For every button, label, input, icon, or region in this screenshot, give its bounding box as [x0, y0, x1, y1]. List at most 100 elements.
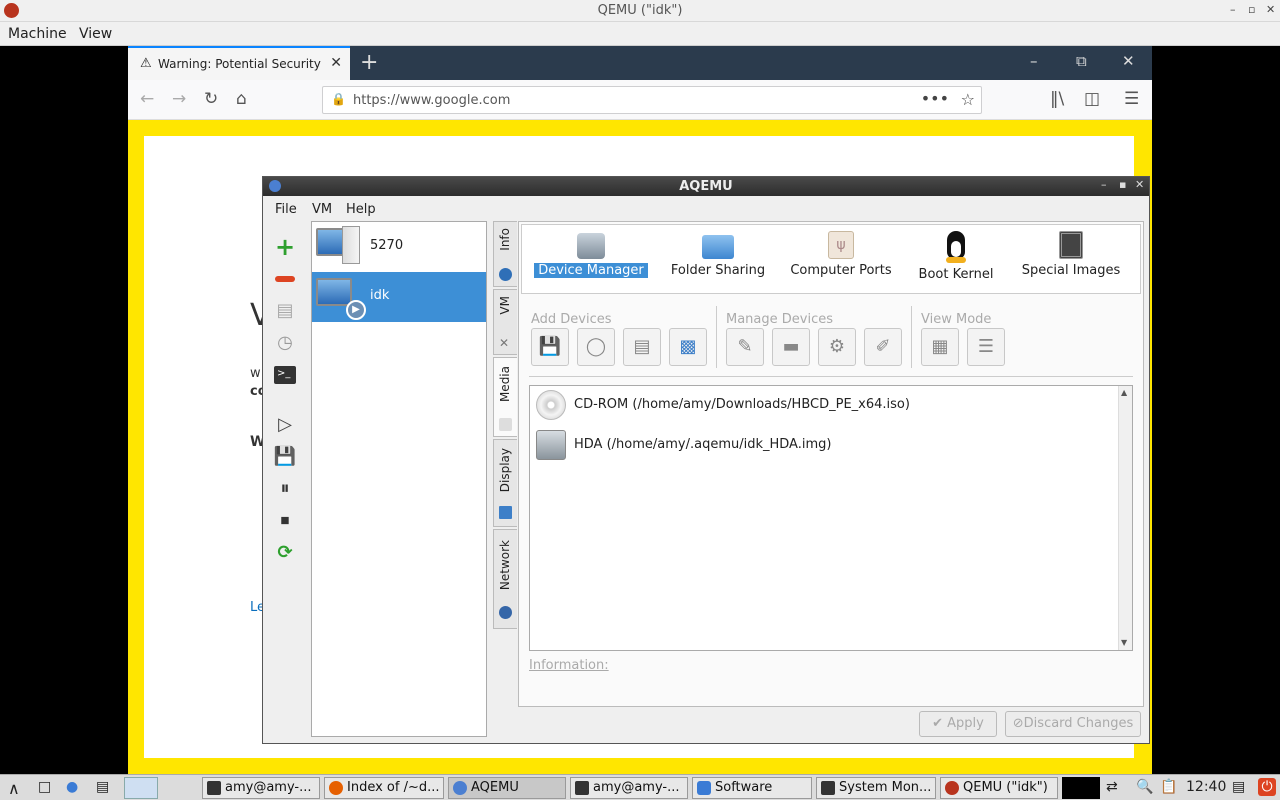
show-desktop-icon[interactable]: □ [38, 779, 51, 795]
qemu-icon [945, 781, 959, 795]
bookmark-star-icon[interactable]: ☆ [961, 90, 975, 109]
page-text-fragment: w [250, 366, 261, 381]
hard-disk-icon [577, 233, 605, 259]
url-text: https://www.google.com [353, 93, 511, 108]
tab-network[interactable]: Network [493, 529, 517, 629]
taskbar-item[interactable]: System Mon... [816, 777, 936, 799]
sidebar-icon[interactable]: ◫ [1084, 89, 1100, 109]
vm-list-item[interactable]: ▶ idk [312, 272, 486, 322]
tab-media[interactable]: Media [493, 357, 517, 437]
tab-display[interactable]: Display [493, 439, 517, 527]
qemu-menubar: Machine View [0, 22, 1280, 46]
add-storage-button[interactable]: ▩ [669, 328, 707, 366]
start-vm-icon[interactable]: ▷ [273, 413, 297, 437]
minimize-icon[interactable]: – [1230, 3, 1236, 16]
scroll-up-icon[interactable]: ▲ [1121, 388, 1127, 397]
qemu-titlebar: QEMU ("idk") – ▫ ✕ [0, 0, 1280, 22]
list-view-icon: ☰ [977, 336, 995, 357]
network-tray-icon[interactable]: ⇄ [1106, 779, 1118, 795]
taskbar-item[interactable]: AQEMU [448, 777, 566, 799]
remove-vm-icon[interactable] [273, 267, 297, 291]
power-icon[interactable]: ⏻ [1258, 778, 1276, 796]
page-actions-icon[interactable]: ••• [921, 89, 949, 108]
tab-vm[interactable]: ✕ VM [493, 289, 517, 355]
taskbar: ∧ □ ● ▤ amy@amy-... Index of /~d... AQEM… [0, 774, 1280, 800]
list-view-button[interactable]: ☰ [967, 328, 1005, 366]
network-icon [499, 606, 512, 619]
home-icon[interactable]: ⌂ [236, 89, 247, 109]
monitor-icon [821, 781, 835, 795]
discard-changes-button[interactable]: ⊘Discard Changes [1005, 711, 1141, 737]
back-icon[interactable]: ← [140, 89, 154, 109]
tab-boot-kernel[interactable]: Boot Kernel [910, 231, 1002, 282]
clock-icon[interactable]: ◷ [273, 331, 297, 355]
ff-minimize-icon[interactable]: – [1030, 52, 1038, 70]
taskbar-item[interactable]: QEMU ("idk") [940, 777, 1058, 799]
terminal-icon[interactable]: >_ [273, 363, 297, 387]
tab-computer-ports[interactable]: ψ Computer Ports [786, 231, 896, 278]
usb-icon: ψ [828, 231, 854, 259]
menu-view[interactable]: View [79, 26, 112, 42]
menu-machine[interactable]: Machine [8, 26, 67, 42]
aqemu-window: AQEMU – ▪ ✕ File VM Help + ▤ ◷ >_ ▷ 💾 ⏸ … [262, 176, 1150, 744]
disk-icon[interactable]: ▤ [273, 299, 297, 323]
pause-vm-icon[interactable]: ⏸ [273, 477, 297, 501]
device-item-cdrom[interactable]: CD-ROM (/home/amy/Downloads/HBCD_PE_x64.… [536, 388, 1106, 422]
maximize-icon[interactable]: ▫ [1248, 3, 1255, 16]
close-icon[interactable]: ✕ [1266, 3, 1275, 16]
media-panel: Device Manager Folder Sharing ψ Computer… [518, 221, 1144, 707]
add-cdrom-button[interactable]: ◯ [577, 328, 615, 366]
ff-restore-icon[interactable]: ⧉ [1076, 52, 1087, 70]
taskbar-item[interactable]: amy@amy-... [202, 777, 320, 799]
stop-vm-icon[interactable]: ⏹ [273, 509, 297, 533]
search-tray-icon[interactable]: 🔍 [1136, 779, 1153, 795]
gear-icon: ⚙ [828, 336, 846, 357]
tab-info[interactable]: Info [493, 221, 517, 287]
save-state-icon[interactable]: 💾 [273, 445, 297, 469]
vm-list-item[interactable]: 5270 [312, 222, 486, 272]
aq-maximize-icon[interactable]: ▪ [1119, 178, 1126, 191]
menu-file[interactable]: File [275, 202, 297, 217]
url-bar[interactable]: 🔒 https://www.google.com ••• ☆ [322, 86, 982, 114]
taskbar-item[interactable]: Index of /~d... [324, 777, 444, 799]
clear-device-button[interactable]: ✐ [864, 328, 902, 366]
browser-tab[interactable]: ⚠ Warning: Potential Security Risk ✕ [128, 46, 350, 80]
menu-icon[interactable]: ☰ [1124, 89, 1139, 109]
terminal-icon [207, 781, 221, 795]
add-vm-icon[interactable]: + [273, 235, 297, 259]
remove-device-button[interactable]: ▬ [772, 328, 810, 366]
ff-close-icon[interactable]: ✕ [1122, 52, 1135, 70]
device-settings-button[interactable]: ⚙ [818, 328, 856, 366]
new-tab-button[interactable]: + [360, 50, 378, 75]
clock[interactable]: 12:40 [1186, 779, 1226, 795]
taskbar-item[interactable]: amy@amy-... [570, 777, 688, 799]
desktop-pager[interactable] [124, 777, 158, 799]
volume-icon[interactable]: ▤ [1232, 779, 1245, 795]
reload-icon[interactable]: ↻ [204, 89, 218, 109]
device-list: CD-ROM (/home/amy/Downloads/HBCD_PE_x64.… [529, 385, 1133, 651]
tab-folder-sharing[interactable]: Folder Sharing [664, 231, 772, 278]
clipboard-icon[interactable]: 📋 [1160, 779, 1177, 795]
menu-help[interactable]: Help [346, 202, 376, 217]
tab-close-icon[interactable]: ✕ [330, 55, 342, 71]
edit-device-button[interactable]: ✎ [726, 328, 764, 366]
library-icon[interactable]: ‖\ [1050, 89, 1064, 109]
tab-device-manager[interactable]: Device Manager [534, 231, 648, 278]
add-hdd-button[interactable]: ▤ [623, 328, 661, 366]
apply-button[interactable]: ✔ Apply [919, 711, 997, 737]
forward-icon[interactable]: → [172, 89, 186, 109]
reset-vm-icon[interactable]: ⟳ [273, 541, 297, 565]
device-item-hda[interactable]: HDA (/home/amy/.aqemu/idk_HDA.img) [536, 428, 1106, 462]
icon-view-button[interactable]: ▦ [921, 328, 959, 366]
aq-close-icon[interactable]: ✕ [1135, 178, 1144, 191]
file-manager-icon[interactable]: ▤ [96, 779, 109, 795]
add-floppy-button[interactable]: 💾 [531, 328, 569, 366]
tab-special-images[interactable]: Special Images [1016, 231, 1126, 278]
aq-minimize-icon[interactable]: – [1101, 178, 1107, 191]
menu-vm[interactable]: VM [312, 202, 332, 217]
start-menu-icon[interactable]: ∧ [8, 779, 20, 798]
taskbar-item[interactable]: Software [692, 777, 812, 799]
web-browser-icon[interactable]: ● [66, 779, 78, 795]
device-list-scrollbar[interactable]: ▲ ▼ [1118, 386, 1132, 650]
scroll-down-icon[interactable]: ▼ [1121, 638, 1127, 647]
